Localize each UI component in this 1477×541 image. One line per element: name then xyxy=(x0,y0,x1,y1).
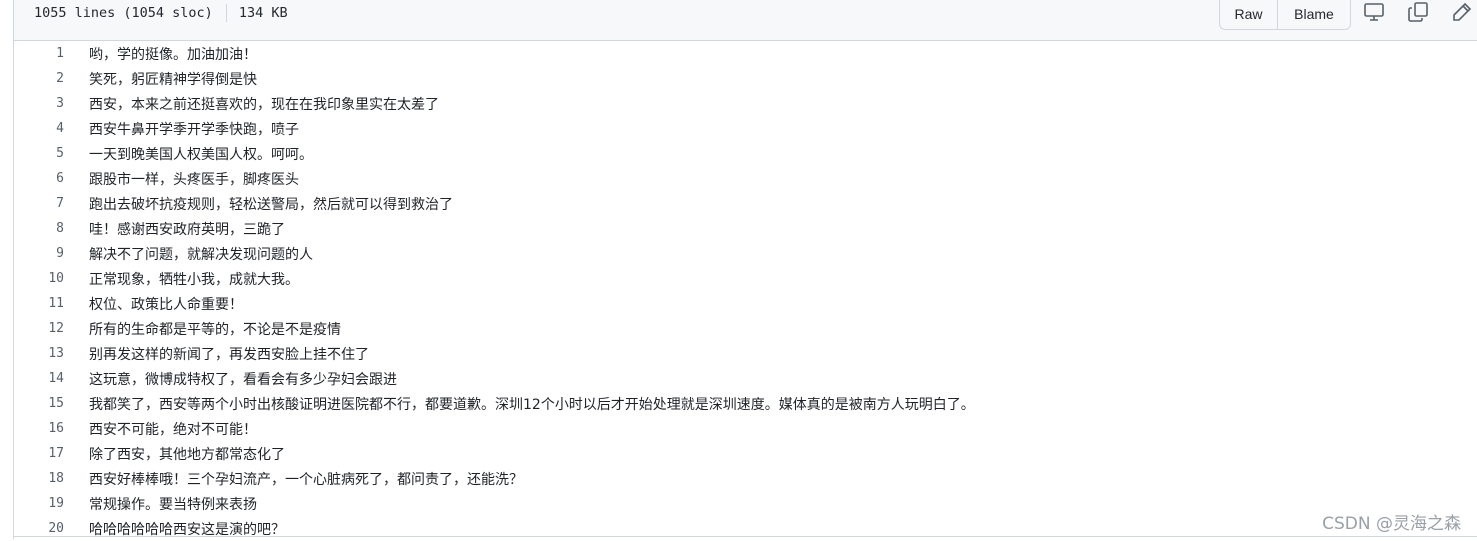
line-content: 西安好棒棒哦！三个孕妇流产，一个心脏病死了，都问责了，还能洗？ xyxy=(89,471,523,488)
line-number[interactable]: 9 xyxy=(14,246,64,261)
line-content: 哟，学的挺像。加油加油！ xyxy=(89,46,257,63)
line-number[interactable]: 17 xyxy=(14,446,64,461)
line-number[interactable]: 8 xyxy=(14,221,64,236)
code-line: 1 哟，学的挺像。加油加油！ xyxy=(14,41,1477,66)
copy-icon[interactable] xyxy=(1406,0,1430,24)
line-content: 正常现象，牺牲小我，成就大我。 xyxy=(89,271,299,288)
file-info: 1055 lines (1054 sloc) 134 KB xyxy=(34,4,288,22)
line-number[interactable]: 12 xyxy=(14,321,64,336)
code-line: 16 西安不可能，绝对不可能！ xyxy=(14,416,1477,441)
line-number[interactable]: 4 xyxy=(14,121,64,136)
line-number[interactable]: 18 xyxy=(14,471,64,486)
line-content: 跑出去破坏抗疫规则，轻松送警局，然后就可以得到救治了 xyxy=(89,196,453,213)
line-number[interactable]: 1 xyxy=(14,46,64,61)
line-content: 西安，本来之前还挺喜欢的，现在在我印象里实在太差了 xyxy=(89,96,439,113)
file-header: 1055 lines (1054 sloc) 134 KB Raw Blame xyxy=(14,0,1477,41)
line-number[interactable]: 5 xyxy=(14,146,64,161)
code-line: 12 所有的生命都是平等的，不论是不是疫情 xyxy=(14,316,1477,341)
line-content: 常规操作。要当特例来表扬 xyxy=(89,496,257,513)
line-number[interactable]: 10 xyxy=(14,271,64,286)
line-number[interactable]: 6 xyxy=(14,171,64,186)
line-content: 哇！感谢西安政府英明，三跪了 xyxy=(89,221,285,238)
file-size: 134 KB xyxy=(238,5,288,21)
code-line: 14 这玩意，微博成特权了，看看会有多少孕妇会跟进 xyxy=(14,366,1477,391)
watermark: CSDN @灵海之森 xyxy=(1322,514,1461,534)
code-line: 6 跟股市一样，头疼医手，脚疼医头 xyxy=(14,166,1477,191)
code-line: 19 常规操作。要当特例来表扬 xyxy=(14,491,1477,516)
divider xyxy=(225,4,227,22)
blame-button[interactable]: Blame xyxy=(1278,0,1350,29)
line-number[interactable]: 19 xyxy=(14,496,64,511)
line-content: 这玩意，微博成特权了，看看会有多少孕妇会跟进 xyxy=(89,371,397,388)
line-content: 笑死，躬匠精神学得倒是快 xyxy=(89,71,257,88)
line-count: 1055 lines (1054 sloc) xyxy=(34,5,213,21)
code-line: 9 解决不了问题，就解决发现问题的人 xyxy=(14,241,1477,266)
bottom-border xyxy=(14,536,1477,537)
code-line: 18 西安好棒棒哦！三个孕妇流产，一个心脏病死了，都问责了，还能洗？ xyxy=(14,466,1477,491)
line-content: 跟股市一样，头疼医手，脚疼医头 xyxy=(89,171,299,188)
pencil-icon[interactable] xyxy=(1450,0,1474,24)
display-icon[interactable] xyxy=(1362,0,1386,24)
line-content: 我都笑了，西安等两个小时出核酸证明进医院都不行，都要道歉。深圳12个小时以后才开… xyxy=(89,396,975,413)
raw-button[interactable]: Raw xyxy=(1220,0,1278,29)
line-content: 所有的生命都是平等的，不论是不是疫情 xyxy=(89,321,341,338)
code-line: 10 正常现象，牺牲小我，成就大我。 xyxy=(14,266,1477,291)
line-content: 别再发这样的新闻了，再发西安脸上挂不住了 xyxy=(89,346,369,363)
code-line: 8 哇！感谢西安政府英明，三跪了 xyxy=(14,216,1477,241)
line-content: 一天到晚美国人权美国人权。呵呵。 xyxy=(89,146,313,163)
line-number[interactable]: 16 xyxy=(14,421,64,436)
line-number[interactable]: 15 xyxy=(14,396,64,411)
line-number[interactable]: 3 xyxy=(14,96,64,111)
view-button-group: Raw Blame xyxy=(1219,0,1351,30)
code-line: 15 我都笑了，西安等两个小时出核酸证明进医院都不行，都要道歉。深圳12个小时以后… xyxy=(14,391,1477,416)
code-line: 11 权位、政策比人命重要！ xyxy=(14,291,1477,316)
line-content: 西安不可能，绝对不可能！ xyxy=(89,421,257,438)
line-number[interactable]: 14 xyxy=(14,371,64,386)
line-number[interactable]: 13 xyxy=(14,346,64,361)
line-number[interactable]: 2 xyxy=(14,71,64,86)
line-content: 西安牛鼻开学季开学季快跑，喷子 xyxy=(89,121,299,138)
line-content: 除了西安，其他地方都常态化了 xyxy=(89,446,285,463)
code-line: 2 笑死，躬匠精神学得倒是快 xyxy=(14,66,1477,91)
code-line: 7 跑出去破坏抗疫规则，轻松送警局，然后就可以得到救治了 xyxy=(14,191,1477,216)
code-line: 5 一天到晚美国人权美国人权。呵呵。 xyxy=(14,141,1477,166)
line-number[interactable]: 11 xyxy=(14,296,64,311)
code-line: 4 西安牛鼻开学季开学季快跑，喷子 xyxy=(14,116,1477,141)
code-view: 1 哟，学的挺像。加油加油！ 2 笑死，躬匠精神学得倒是快 3 西安，本来之前还挺喜欢的，… xyxy=(14,41,1477,541)
code-line: 17 除了西安，其他地方都常态化了 xyxy=(14,441,1477,466)
line-content: 权位、政策比人命重要！ xyxy=(89,296,243,313)
code-line: 20 哈哈哈哈哈哈西安这是演的吧？ xyxy=(14,516,1477,541)
line-content: 解决不了问题，就解决发现问题的人 xyxy=(89,246,313,263)
code-line: 3 西安，本来之前还挺喜欢的，现在在我印象里实在太差了 xyxy=(14,91,1477,116)
line-number[interactable]: 7 xyxy=(14,196,64,211)
code-line: 13 别再发这样的新闻了，再发西安脸上挂不住了 xyxy=(14,341,1477,366)
line-number[interactable]: 20 xyxy=(14,521,64,536)
